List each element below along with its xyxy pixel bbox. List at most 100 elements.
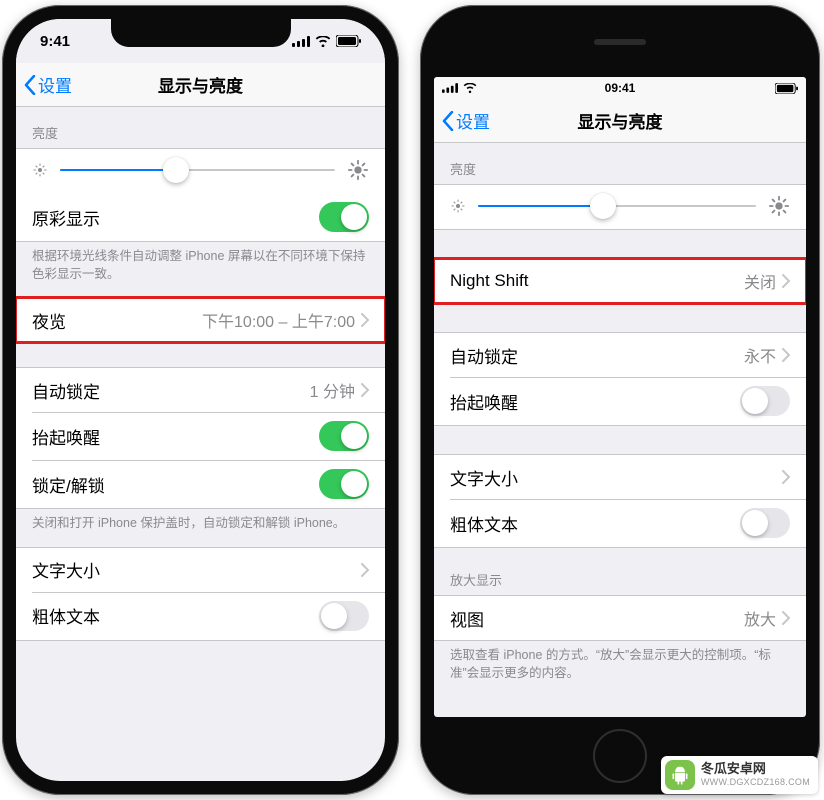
wifi-icon [315,36,331,47]
bold-text-cell: 粗体文本 [434,499,806,547]
device-iphone-8: 09:41 设置 显示与亮度 亮度 [420,5,820,795]
night-shift-value: 关闭 [744,269,776,293]
battery-icon [775,83,798,94]
bold-text-cell: 粗体文本 [16,592,385,640]
status-bar: 09:41 [434,77,806,99]
status-left-icons [442,83,477,93]
night-shift-group: 夜览 下午10:00 – 上午7:00 [16,297,385,343]
chevron-right-icon [782,470,790,484]
auto-lock-value: 1 分钟 [310,378,355,402]
chevron-right-icon [361,563,369,577]
android-icon [665,760,695,790]
chevron-right-icon [782,274,790,288]
brightness-slider-row [434,185,806,229]
back-button[interactable]: 设置 [442,99,490,142]
status-icons [292,35,361,47]
notch [111,19,291,47]
bold-text-toggle[interactable] [740,508,790,538]
brightness-group: 原彩显示 [16,148,385,242]
lock-group: 自动锁定 永不 抬起唤醒 [434,332,806,426]
night-shift-cell[interactable]: 夜览 下午10:00 – 上午7:00 [16,298,385,342]
text-size-cell[interactable]: 文字大小 [16,548,385,592]
chevron-right-icon [361,313,369,327]
chevron-right-icon [782,611,790,625]
true-tone-toggle[interactable] [319,202,369,232]
chevron-right-icon [782,348,790,362]
nav-bar: 设置 显示与亮度 [16,63,385,107]
sun-low-icon [450,198,466,214]
back-label: 设置 [38,72,72,97]
battery-icon [336,35,361,47]
true-tone-cell: 原彩显示 [16,193,385,241]
night-shift-value: 下午10:00 – 上午7:00 [202,308,355,332]
brightness-slider[interactable] [478,205,756,207]
page-title: 显示与亮度 [578,108,663,133]
brightness-header: 亮度 [16,107,385,148]
screen: 09:41 设置 显示与亮度 亮度 [434,77,806,717]
home-button[interactable] [593,729,647,783]
earpiece [594,39,646,45]
back-button[interactable]: 设置 [24,63,72,106]
text-size-label: 文字大小 [450,465,518,490]
bold-text-label: 粗体文本 [450,511,518,536]
brightness-group [434,184,806,230]
zoom-footer: 选取查看 iPhone 的方式。“放大”会显示更大的控制项。“标准”会显示更多的… [434,641,806,690]
nav-bar: 设置 显示与亮度 [434,99,806,143]
night-shift-label: 夜览 [32,308,66,333]
auto-lock-label: 自动锁定 [32,378,100,403]
back-label: 设置 [456,108,490,133]
lock-group: 自动锁定 1 分钟 抬起唤醒 锁定/解锁 [16,367,385,509]
view-cell[interactable]: 视图 放大 [434,596,806,640]
raise-to-wake-label: 抬起唤醒 [32,424,100,449]
page-title: 显示与亮度 [158,72,243,97]
lock-unlock-label: 锁定/解锁 [32,472,105,497]
sun-low-icon [32,162,48,178]
view-label: 视图 [450,606,484,631]
auto-lock-cell[interactable]: 自动锁定 1 分钟 [16,368,385,412]
status-right-icons [775,83,798,94]
raise-to-wake-cell: 抬起唤醒 [434,377,806,425]
sun-high-icon [347,159,369,181]
true-tone-footer: 根据环境光线条件自动调整 iPhone 屏幕以在不同环境下保持色彩显示一致。 [16,242,385,291]
lock-unlock-toggle[interactable] [319,469,369,499]
zoom-header: 放大显示 [434,548,806,595]
auto-lock-label: 自动锁定 [450,343,518,368]
raise-to-wake-toggle[interactable] [319,421,369,451]
zoom-group: 视图 放大 [434,595,806,641]
brightness-header: 亮度 [434,143,806,184]
chevron-left-icon [24,75,36,95]
text-size-cell[interactable]: 文字大小 [434,455,806,499]
text-group: 文字大小 粗体文本 [434,454,806,548]
lock-footer: 关闭和打开 iPhone 保护盖时，自动锁定和解锁 iPhone。 [16,509,385,541]
auto-lock-cell[interactable]: 自动锁定 永不 [434,333,806,377]
watermark-badge: 冬瓜安卓网 WWW.DGXCDZ168.COM [661,756,818,794]
view-value: 放大 [744,606,776,630]
auto-lock-value: 永不 [744,343,776,367]
raise-to-wake-label: 抬起唤醒 [450,389,518,414]
night-shift-group: Night Shift 关闭 [434,258,806,304]
chevron-right-icon [361,383,369,397]
night-shift-cell[interactable]: Night Shift 关闭 [434,259,806,303]
cellular-icon [442,83,458,93]
text-size-label: 文字大小 [32,557,100,582]
raise-to-wake-cell: 抬起唤醒 [16,412,385,460]
wifi-icon [463,83,477,93]
status-time: 09:41 [605,81,636,95]
true-tone-label: 原彩显示 [32,205,100,230]
watermark-url: WWW.DGXCDZ168.COM [701,777,810,787]
chevron-left-icon [442,111,454,131]
device-iphone-x: 9:41 设置 显示与亮度 亮度 [2,5,399,795]
cellular-icon [292,36,310,47]
raise-to-wake-toggle[interactable] [740,386,790,416]
watermark-title: 冬瓜安卓网 [701,762,810,777]
text-group: 文字大小 粗体文本 [16,547,385,641]
brightness-slider[interactable] [60,169,335,171]
screen: 9:41 设置 显示与亮度 亮度 [16,19,385,781]
bold-text-toggle[interactable] [319,601,369,631]
status-time: 9:41 [40,33,70,50]
night-shift-label: Night Shift [450,271,528,291]
sun-high-icon [768,195,790,217]
bold-text-label: 粗体文本 [32,603,100,628]
brightness-slider-row [16,149,385,193]
lock-unlock-cell: 锁定/解锁 [16,460,385,508]
